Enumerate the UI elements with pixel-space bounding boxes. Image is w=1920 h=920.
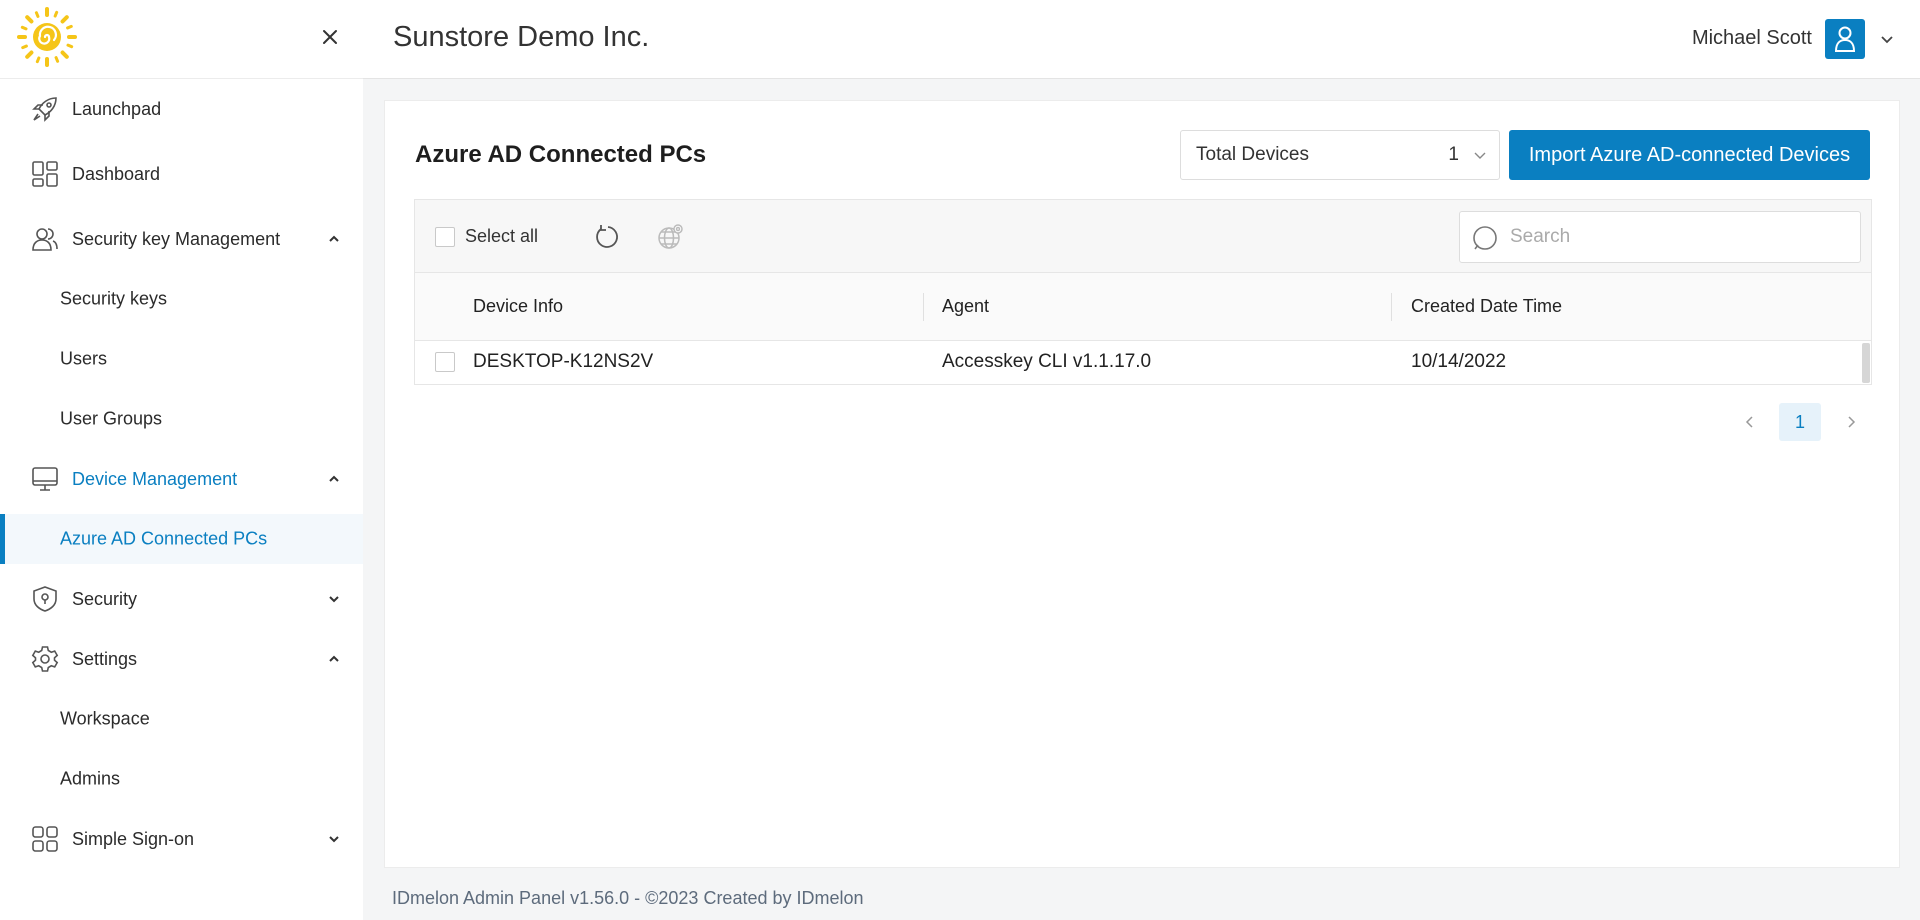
grid-icon	[32, 826, 58, 852]
sidebar-item-simple-sign-on[interactable]: Simple Sign-on	[0, 814, 363, 864]
table-header: Device Info Agent Created Date Time	[415, 273, 1871, 341]
main-card: Azure AD Connected PCs Total Devices 1 I…	[384, 100, 1900, 868]
sidebar-item-label: Security keys	[60, 288, 168, 309]
chevron-down-icon[interactable]	[326, 591, 342, 607]
chevron-right-icon	[1848, 416, 1856, 428]
page-title: Azure AD Connected PCs	[415, 141, 707, 168]
company-name: Sunstore Demo Inc.	[393, 21, 650, 53]
prev-page-button[interactable]	[1731, 403, 1769, 441]
sidebar-item-settings[interactable]: Settings	[0, 634, 363, 684]
sidebar-item-azure-ad-connected-pcs[interactable]: Azure AD Connected PCs	[0, 514, 363, 564]
sidebar-item-label: Simple Sign-on	[72, 828, 195, 849]
column-divider	[923, 293, 924, 321]
gear-icon	[31, 646, 59, 672]
row-checkbox[interactable]	[435, 352, 455, 372]
sidebar-item-label: Security	[72, 588, 138, 609]
footer-text: IDmelon Admin Panel v1.56.0 - ©2023 Crea…	[392, 888, 864, 908]
chevron-up-icon[interactable]	[326, 231, 342, 247]
table-row[interactable]: DESKTOP-K12NS2V Accesskey CLI v1.1.17.0 …	[415, 341, 1871, 384]
shield-icon	[33, 586, 57, 612]
sidebar-item-label: Users	[60, 348, 108, 369]
column-divider	[1391, 293, 1392, 321]
column-device-info[interactable]: Device Info	[473, 296, 563, 317]
sidebar-item-label: Launchpad	[72, 98, 162, 119]
column-agent[interactable]: Agent	[942, 296, 989, 317]
refresh-icon[interactable]	[593, 222, 623, 252]
column-created-date-time[interactable]: Created Date Time	[1411, 296, 1562, 317]
sidebar-item-workspace[interactable]: Workspace	[0, 694, 363, 744]
sidebar-item-label: Azure AD Connected PCs	[60, 528, 268, 549]
sidebar-item-admins[interactable]: Admins	[0, 754, 363, 804]
sun-logo[interactable]	[14, 4, 80, 70]
dashboard-icon	[32, 161, 58, 187]
rocket-icon	[32, 97, 57, 122]
sidebar-item-security-keys[interactable]: Security keys	[0, 274, 363, 324]
chevron-up-icon[interactable]	[326, 651, 342, 667]
chevron-down-icon	[1474, 152, 1486, 159]
top-header: Sunstore Demo Inc. Michael Scott	[363, 0, 1920, 79]
search-icon	[1473, 226, 1497, 250]
search-box[interactable]	[1459, 211, 1861, 263]
select-all-checkbox[interactable]	[435, 227, 455, 247]
chevron-up-icon[interactable]	[326, 471, 342, 487]
sidebar-item-label: Dashboard	[72, 163, 161, 184]
created-date-cell: 10/14/2022	[1411, 351, 1507, 372]
next-page-button[interactable]	[1832, 403, 1870, 441]
table-toolbar: Select all	[415, 200, 1871, 273]
search-input[interactable]	[1510, 220, 1850, 254]
monitor-icon	[32, 467, 58, 491]
sidebar-item-user-groups[interactable]: User Groups	[0, 394, 363, 444]
import-devices-button[interactable]: Import Azure AD-connected Devices	[1509, 130, 1870, 180]
users-icon	[32, 228, 58, 251]
total-devices-select[interactable]: Total Devices 1	[1180, 130, 1500, 180]
devices-table: Select all Device Info	[414, 199, 1872, 385]
user-name[interactable]: Michael Scott	[1692, 27, 1812, 50]
globe-settings-icon[interactable]	[655, 222, 685, 252]
sidebar-item-launchpad[interactable]: Launchpad	[0, 84, 363, 134]
close-icon[interactable]	[318, 25, 342, 49]
sidebar-item-security[interactable]: Security	[0, 574, 363, 624]
chevron-down-icon[interactable]	[326, 831, 342, 847]
table-scrollbar[interactable]	[1862, 343, 1870, 383]
sidebar-item-label: Workspace	[60, 708, 150, 729]
sidebar-item-label: Settings	[72, 648, 138, 669]
sidebar-item-label: Device Management	[72, 468, 238, 489]
select-all-label[interactable]: Select all	[465, 226, 538, 247]
sidebar-item-label: Security key Management	[72, 228, 281, 249]
sidebar-item-label: Admins	[60, 768, 121, 789]
sidebar-item-label: User Groups	[60, 408, 163, 429]
chevron-down-icon[interactable]	[1879, 31, 1895, 47]
sidebar-item-dashboard[interactable]: Dashboard	[0, 149, 363, 199]
chevron-left-icon	[1745, 416, 1753, 428]
sidebar-item-users[interactable]: Users	[0, 334, 363, 384]
sidebar-item-security-key-management[interactable]: Security key Management	[0, 214, 363, 264]
total-devices-count: 1	[1448, 144, 1459, 165]
user-icon	[1834, 26, 1856, 52]
avatar[interactable]	[1825, 19, 1865, 59]
logo-area	[0, 0, 363, 79]
sidebar-item-device-management[interactable]: Device Management	[0, 454, 363, 504]
agent-cell: Accesskey CLI v1.1.17.0	[942, 351, 1152, 372]
page-number-current[interactable]: 1	[1779, 403, 1821, 441]
sidebar: Launchpad Dashboard Security key Managem…	[0, 0, 363, 920]
total-devices-label: Total Devices	[1196, 144, 1309, 165]
device-info-cell: DESKTOP-K12NS2V	[473, 351, 654, 372]
